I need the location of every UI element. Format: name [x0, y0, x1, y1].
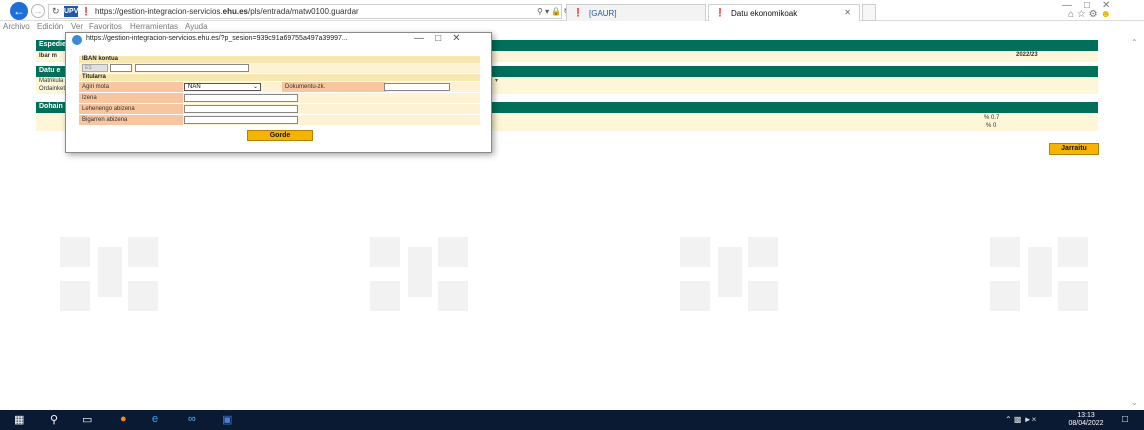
dokumentu-label: Dokumentu-zk.: [282, 82, 386, 92]
close-tab-icon[interactable]: ✕: [844, 8, 851, 17]
lehen-abizena-label: Lehenengo abizena: [79, 104, 183, 114]
firefox-icon[interactable]: ●: [120, 413, 127, 425]
discount-percent: % 0.7: [984, 115, 1000, 121]
tab-gaur[interactable]: ❗ [GAUR]: [566, 4, 706, 21]
menu-herramientas[interactable]: Herramientas: [130, 22, 178, 31]
ehu-logo-icon: ❗: [81, 7, 91, 16]
taskbar: ▦ ⚲ ▭ ● e ∞ ▣ ⌃ ▩ ►× 13:13 08/04/2022 □: [0, 410, 1144, 430]
bigarren-abizena-input[interactable]: [184, 116, 298, 124]
izena-input[interactable]: [184, 94, 298, 102]
menu-ayuda[interactable]: Ayuda: [185, 22, 208, 31]
agiri-mota-label: Agiri mota: [79, 82, 183, 92]
internet-explorer-icon[interactable]: e: [152, 413, 158, 425]
chevron-down-icon: ⌄: [252, 84, 258, 90]
section-title: Dohain: [39, 103, 63, 110]
address-url: https://gestion-integracion-servicios.eh…: [95, 7, 359, 16]
menu-ver[interactable]: Ver: [71, 22, 83, 31]
windows-start-icon[interactable]: ▦: [14, 413, 24, 426]
popup-window-controls[interactable]: — □ ✕: [414, 33, 461, 44]
address-bar[interactable]: ↻ UPV ❗ https://gestion-integracion-serv…: [48, 4, 570, 19]
iban-country-field: ES: [82, 64, 108, 72]
scroll-down-icon[interactable]: ⌄: [1131, 398, 1138, 407]
izena-row: Izena: [79, 93, 480, 103]
agiri-mota-value: NAN: [188, 84, 201, 90]
row-label-matrikula: Matrikula: [39, 78, 64, 84]
iban-check-input[interactable]: [110, 64, 132, 72]
bigarren-abizena-label: Bigarren abizena: [79, 115, 183, 125]
bigarren-abizena-row: Bigarren abizena: [79, 115, 480, 125]
dokumentu-input[interactable]: [384, 83, 450, 91]
clock-date: 08/04/2022: [1068, 420, 1104, 427]
clock[interactable]: 13:13 08/04/2022: [1064, 412, 1108, 428]
row-label-ordainketa: Ordainketa: [39, 86, 69, 92]
row-label: Ibar m: [39, 53, 58, 59]
forward-arrow-icon[interactable]: →: [31, 4, 45, 18]
star-icon[interactable]: ☆: [1077, 9, 1086, 20]
izena-label: Izena: [79, 93, 183, 103]
browser-chrome: ← → ↻ UPV ❗ https://gestion-integracion-…: [0, 0, 1144, 21]
watermark-logo: [370, 237, 470, 315]
watermark-logo: [60, 237, 160, 315]
iban-heading: IBAN kontua: [79, 56, 480, 63]
tab-label: [GAUR]: [589, 9, 617, 18]
app-icon[interactable]: ∞: [188, 413, 196, 425]
menu-favoritos[interactable]: Favoritos: [89, 22, 122, 31]
home-icon[interactable]: ⌂: [1068, 9, 1074, 20]
continue-button[interactable]: Jarraitu: [1049, 143, 1099, 155]
iban-row: ES: [79, 63, 480, 73]
lehen-abizena-input[interactable]: [184, 105, 298, 113]
watermark-logo: [680, 237, 780, 315]
menu-archivo[interactable]: Archivo: [3, 22, 30, 31]
agiri-mota-select[interactable]: NAN ⌄: [184, 83, 261, 91]
gear-icon[interactable]: ⚙: [1089, 9, 1098, 20]
menu-bar: Archivo Edición Ver Favoritos Herramient…: [0, 21, 1144, 32]
notification-icon[interactable]: □: [1122, 414, 1128, 425]
new-tab-button[interactable]: [862, 4, 876, 21]
tab-label: Datu ekonomikoak: [731, 9, 798, 18]
agiri-row: Agiri mota NAN ⌄ Dokumentu-zk.: [79, 82, 480, 92]
task-view-icon[interactable]: ▭: [82, 413, 92, 426]
menu-edicion[interactable]: Edición: [37, 22, 63, 31]
back-arrow-icon[interactable]: ←: [10, 2, 28, 20]
section-title: Datu e: [39, 67, 61, 74]
section-title: Espedie: [39, 41, 66, 48]
academic-year: 2022/23: [1016, 52, 1038, 58]
system-tray-icons[interactable]: ⌃ ▩ ►×: [1005, 415, 1036, 424]
tab-datu-ekonomikoak[interactable]: ❗ Datu ekonomikoak ✕: [708, 4, 860, 21]
tab-favicon-icon: ❗: [715, 8, 725, 17]
word-icon[interactable]: ▣: [222, 413, 232, 426]
popup-url: https://gestion-integracion-servicios.eh…: [86, 35, 348, 42]
clock-time: 13:13: [1077, 412, 1095, 419]
site-favicon-icon: UPV: [64, 6, 79, 17]
reload-icon[interactable]: ↻: [52, 6, 60, 17]
select-arrow-icon[interactable]: ▾: [495, 77, 498, 84]
lehen-abizena-row: Lehenengo abizena: [79, 104, 480, 114]
titularra-heading: Titularra: [79, 74, 480, 81]
ie-icon: [72, 35, 82, 45]
discount-percent: % 0: [986, 123, 997, 129]
tab-favicon-icon: ❗: [573, 8, 583, 17]
iban-number-input[interactable]: [135, 64, 249, 72]
popup-titlebar: https://gestion-integracion-servicios.eh…: [66, 33, 491, 47]
watermark-logo: [990, 237, 1090, 315]
scroll-up-icon[interactable]: ⌃: [1131, 38, 1138, 47]
smiley-icon[interactable]: ☻: [1100, 9, 1111, 20]
save-button[interactable]: Gorde: [247, 130, 313, 141]
popup-window: https://gestion-integracion-servicios.eh…: [65, 32, 492, 153]
search-icon[interactable]: ⚲: [50, 413, 58, 426]
toolbar-icons[interactable]: ⌂ ☆ ⚙ ☻: [1068, 9, 1111, 20]
